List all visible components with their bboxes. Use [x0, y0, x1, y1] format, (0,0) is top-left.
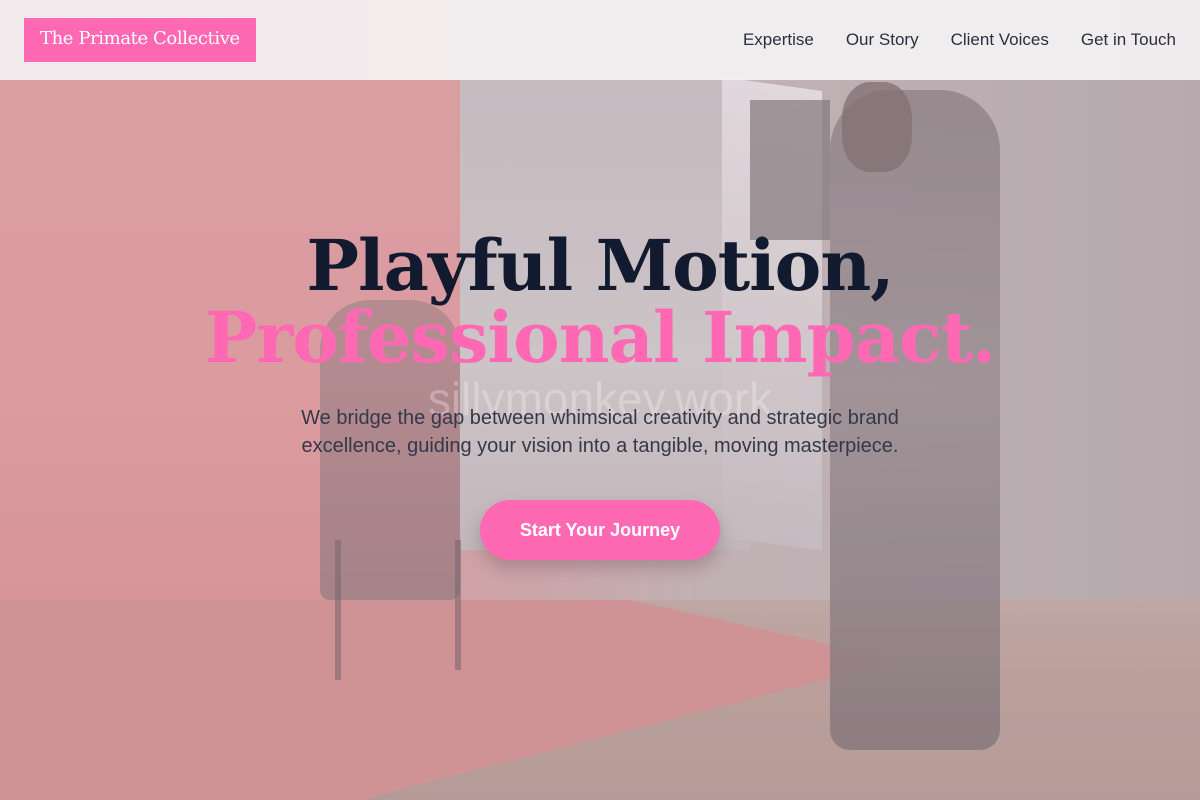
hero-section: sillymonkey.work Playful Motion, Profess…: [0, 230, 1200, 560]
nav-link-expertise[interactable]: Expertise: [743, 30, 814, 50]
nav-link-client-voices[interactable]: Client Voices: [951, 30, 1049, 50]
nav-link-get-in-touch[interactable]: Get in Touch: [1081, 30, 1176, 50]
page: The Primate Collective Expertise Our Sto…: [0, 0, 1200, 800]
main-nav: Expertise Our Story Client Voices Get in…: [743, 30, 1176, 50]
site-logo[interactable]: The Primate Collective: [24, 18, 256, 62]
headline-line-1: Playful Motion,: [306, 224, 894, 307]
headline-line-2: Professional Impact.: [204, 296, 997, 379]
hero-subtitle: We bridge the gap between whimsical crea…: [301, 407, 899, 457]
hero-headline: Playful Motion, Professional Impact.: [0, 230, 1200, 374]
start-journey-button[interactable]: Start Your Journey: [479, 500, 721, 560]
site-header: The Primate Collective Expertise Our Sto…: [0, 0, 1200, 80]
nav-link-our-story[interactable]: Our Story: [846, 30, 919, 50]
